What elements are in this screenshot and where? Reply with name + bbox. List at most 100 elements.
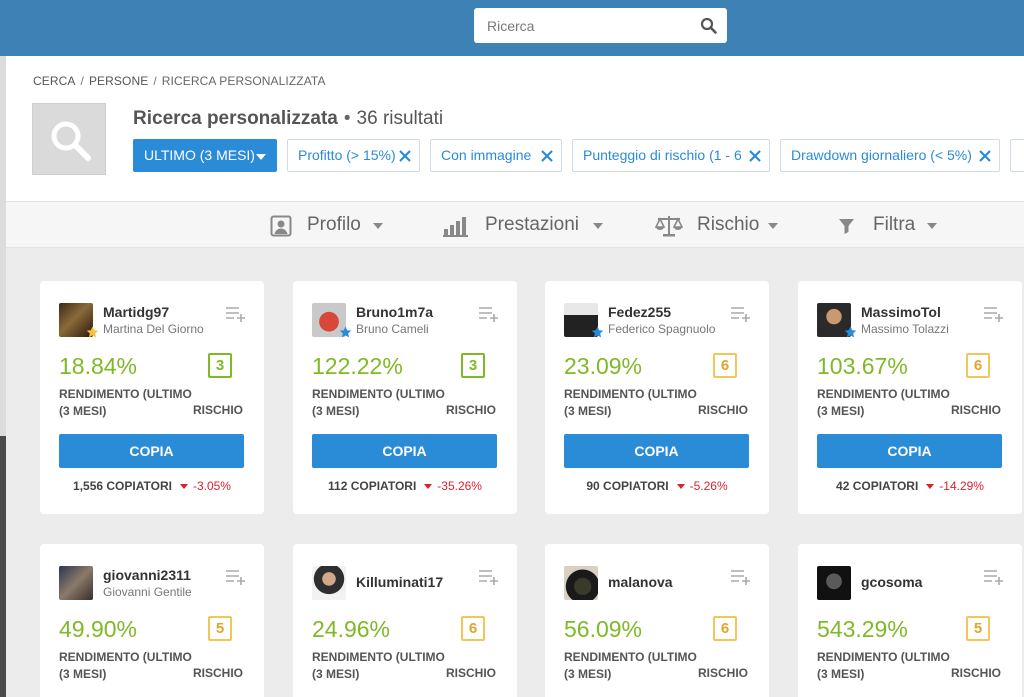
breadcrumb-cerca[interactable]: CERCA (33, 74, 76, 88)
filter-chip-label: Con immagine (441, 147, 532, 163)
trader-gain: 24.96% (312, 616, 391, 642)
return-label-line2: (3 MESI) (817, 667, 865, 681)
chevron-down-icon (593, 223, 603, 229)
tab-label: Prestazioni (485, 214, 579, 235)
return-label-line2: (3 MESI) (59, 667, 107, 681)
trader-card[interactable]: Killuminati17 24.96% 6 RENDIMENTO (ULTIM… (293, 544, 517, 697)
copiers-label: COPIATORI (350, 479, 417, 493)
copy-button[interactable]: COPIA (59, 434, 244, 468)
add-to-list-icon[interactable] (226, 569, 246, 585)
search-header: CERCA / PERSONE / RICERCA PERSONALIZZATA Ric… (6, 56, 1024, 201)
risk-score: 5 (208, 616, 232, 641)
tab-rischio[interactable]: Rischio (655, 214, 778, 238)
trader-card[interactable]: Fedez255 Federico Spagnuolo 23.09% 6 REN… (545, 281, 769, 514)
trader-username[interactable]: Killuminati17 (356, 574, 443, 590)
filter-chip-rischio[interactable]: Punteggio di rischio (1 - 6 (572, 139, 770, 172)
close-icon[interactable] (541, 150, 553, 162)
trader-card[interactable]: gcosoma 543.29% 5 RENDIMENTO (ULTIMO (3 M… (798, 544, 1022, 697)
trader-username[interactable]: giovanni2311 (103, 567, 191, 583)
copiers-change: -14.29% (939, 479, 984, 493)
trader-username[interactable]: malanova (608, 574, 673, 590)
return-label-line2: (3 MESI) (312, 667, 360, 681)
copiers-stat: 42 COPIATORI -14.29% (798, 479, 1022, 493)
trader-card[interactable]: giovanni2311 Giovanni Gentile 49.90% 5 R… (40, 544, 264, 697)
trader-fullname: Bruno Cameli (356, 322, 429, 336)
add-to-list-icon[interactable] (479, 569, 499, 585)
copy-button[interactable]: COPIA (312, 434, 497, 468)
copiers-change: -5.26% (689, 479, 728, 493)
breadcrumb-separator: / (153, 74, 157, 88)
filter-chip-more[interactable] (1010, 139, 1024, 172)
funnel-icon (839, 219, 854, 234)
magnifier-icon (51, 121, 91, 161)
close-icon[interactable] (979, 150, 991, 162)
return-label: RENDIMENTO (ULTIMO (3 MESI) (59, 386, 199, 420)
trader-gain: 56.09% (564, 616, 643, 642)
add-to-list-icon[interactable] (731, 306, 751, 322)
trader-username[interactable]: Bruno1m7a (356, 304, 433, 320)
copy-button[interactable]: COPIA (564, 434, 749, 468)
close-icon[interactable] (749, 150, 761, 162)
add-to-list-icon[interactable] (226, 306, 246, 322)
tab-prestazioni[interactable]: Prestazioni (443, 214, 603, 238)
trader-card[interactable]: MassimoTol Massimo Tolazzi 103.67% 6 REN… (798, 281, 1022, 514)
avatar[interactable] (312, 566, 346, 600)
trader-username[interactable]: Fedez255 (608, 304, 671, 320)
avatar[interactable] (564, 566, 598, 600)
trader-card[interactable]: malanova 56.09% 6 RENDIMENTO (ULTIMO (3 M… (545, 544, 769, 697)
risk-score: 3 (461, 353, 485, 378)
tab-label: Filtra (873, 214, 916, 235)
return-label: RENDIMENTO (ULTIMO (3 MESI) (564, 649, 704, 683)
filter-chip-profitto[interactable]: Profitto (> 15%) (287, 139, 420, 172)
page-title: Ricerca personalizzata • 36 risultati (133, 108, 443, 130)
trader-gain: 18.84% (59, 353, 138, 379)
risk-label: RISCHIO (192, 666, 243, 680)
avatar[interactable] (817, 566, 851, 600)
breadcrumb: CERCA / PERSONE / RICERCA PERSONALIZZATA (33, 74, 326, 88)
return-label-line1: RENDIMENTO (ULTIMO (817, 387, 950, 401)
tab-label: Profilo (307, 214, 361, 235)
trader-gain: 23.09% (564, 353, 643, 379)
trader-fullname: Massimo Tolazzi (861, 322, 949, 336)
add-to-list-icon[interactable] (479, 306, 499, 322)
search-box[interactable] (474, 8, 727, 43)
trader-username[interactable]: MassimoTol (861, 304, 941, 320)
risk-score: 6 (713, 616, 737, 641)
add-to-list-icon[interactable] (731, 569, 751, 585)
return-label-line1: RENDIMENTO (ULTIMO (564, 650, 697, 664)
trader-username[interactable]: gcosoma (861, 574, 922, 590)
search-input[interactable] (474, 8, 694, 43)
risk-label: RISCHIO (697, 403, 748, 417)
copiers-label: COPIATORI (852, 479, 919, 493)
search-thumbnail (32, 103, 106, 175)
breadcrumb-persone[interactable]: PERSONE (89, 74, 148, 88)
copiers-change: -3.05% (192, 479, 231, 493)
tab-filtra[interactable]: Filtra (838, 214, 938, 238)
search-icon[interactable] (700, 17, 717, 34)
return-label-line2: (3 MESI) (59, 404, 107, 418)
period-dropdown[interactable]: ULTIMO (3 MESI) (133, 139, 277, 172)
avatar[interactable] (59, 566, 93, 600)
trader-username[interactable]: Martidg97 (103, 304, 169, 320)
copy-button[interactable]: COPIA (817, 434, 1002, 468)
page-title-text: Ricerca personalizzata (133, 108, 338, 129)
filter-chip-drawdown[interactable]: Drawdown giornaliero (< 5%) (780, 139, 1000, 172)
copiers-label: COPIATORI (603, 479, 669, 493)
copiers-change: -35.26% (437, 479, 482, 493)
filter-chip-immagine[interactable]: Con immagine (430, 139, 562, 172)
trader-card[interactable]: Martidg97 Martina Del Giorno 18.84% 3 RE… (40, 281, 264, 514)
close-icon[interactable] (399, 150, 411, 162)
breadcrumb-separator: / (80, 74, 84, 88)
risk-label: RISCHIO (950, 666, 1001, 680)
down-arrow-icon (676, 483, 685, 489)
risk-score: 6 (461, 616, 485, 641)
add-to-list-icon[interactable] (984, 306, 1004, 322)
return-label-line1: RENDIMENTO (ULTIMO (564, 387, 697, 401)
risk-label: RISCHIO (445, 666, 496, 680)
tab-profilo[interactable]: Profilo (270, 214, 390, 238)
add-to-list-icon[interactable] (984, 569, 1004, 585)
return-label-line1: RENDIMENTO (ULTIMO (59, 650, 192, 664)
risk-score: 5 (966, 616, 990, 641)
down-arrow-icon (424, 483, 433, 489)
trader-card[interactable]: Bruno1m7a Bruno Cameli 122.22% 3 RENDIME… (293, 281, 517, 514)
